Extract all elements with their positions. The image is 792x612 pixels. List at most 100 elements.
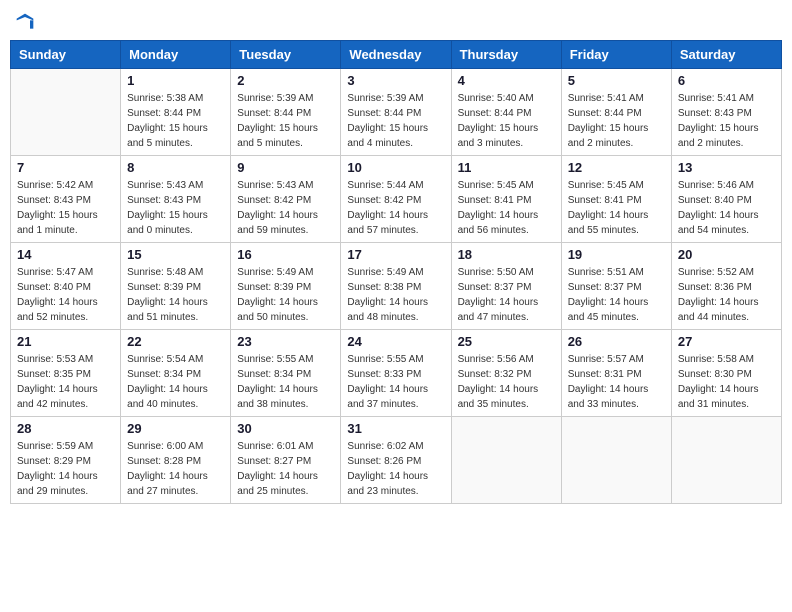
table-row: 18 Sunrise: 5:50 AMSunset: 8:37 PMDayligh… bbox=[451, 242, 561, 329]
header-saturday: Saturday bbox=[671, 40, 781, 68]
header-friday: Friday bbox=[561, 40, 671, 68]
table-row: 27 Sunrise: 5:58 AMSunset: 8:30 PMDayligh… bbox=[671, 329, 781, 416]
day-number: 18 bbox=[458, 247, 555, 262]
table-row: 8Sunrise: 5:43 AMSunset: 8:43 PMDaylight… bbox=[121, 155, 231, 242]
table-row: 30 Sunrise: 6:01 AMSunset: 8:27 PMDayligh… bbox=[231, 416, 341, 503]
calendar-week-row: 14 Sunrise: 5:47 AMSunset: 8:40 PMDayligh… bbox=[11, 242, 782, 329]
page-header bbox=[10, 10, 782, 32]
calendar-header-row: Sunday Monday Tuesday Wednesday Thursday… bbox=[11, 40, 782, 68]
day-info: Sunrise: 5:49 AMSunset: 8:39 PMDaylight:… bbox=[237, 265, 334, 325]
day-number: 12 bbox=[568, 160, 665, 175]
day-info: Sunrise: 5:55 AMSunset: 8:34 PMDaylight:… bbox=[237, 352, 334, 412]
day-info: Sunrise: 6:00 AMSunset: 8:28 PMDaylight:… bbox=[127, 439, 224, 499]
day-number: 8 bbox=[127, 160, 224, 175]
day-info: Sunrise: 5:59 AMSunset: 8:29 PMDaylight:… bbox=[17, 439, 114, 499]
calendar-table: Sunday Monday Tuesday Wednesday Thursday… bbox=[10, 40, 782, 504]
day-info: Sunrise: 5:38 AMSunset: 8:44 PMDaylight:… bbox=[127, 91, 224, 151]
day-number: 29 bbox=[127, 421, 224, 436]
table-row: 10 Sunrise: 5:44 AMSunset: 8:42 PMDayligh… bbox=[341, 155, 451, 242]
day-info: Sunrise: 5:53 AMSunset: 8:35 PMDaylight:… bbox=[17, 352, 114, 412]
table-row: 5 Sunrise: 5:41 AMSunset: 8:44 PMDaylight… bbox=[561, 68, 671, 155]
day-number: 1 bbox=[127, 73, 224, 88]
calendar-week-row: 1 Sunrise: 5:38 AMSunset: 8:44 PMDaylight… bbox=[11, 68, 782, 155]
day-number: 3 bbox=[347, 73, 444, 88]
header-thursday: Thursday bbox=[451, 40, 561, 68]
day-info: Sunrise: 5:45 AMSunset: 8:41 PMDaylight:… bbox=[568, 178, 665, 238]
table-row: 1 Sunrise: 5:38 AMSunset: 8:44 PMDaylight… bbox=[121, 68, 231, 155]
day-number: 15 bbox=[127, 247, 224, 262]
day-number: 6 bbox=[678, 73, 775, 88]
day-info: Sunrise: 5:42 AMSunset: 8:43 PMDaylight:… bbox=[17, 178, 114, 238]
day-info: Sunrise: 5:52 AMSunset: 8:36 PMDaylight:… bbox=[678, 265, 775, 325]
day-number: 2 bbox=[237, 73, 334, 88]
day-info: Sunrise: 5:43 AMSunset: 8:42 PMDaylight:… bbox=[237, 178, 334, 238]
header-wednesday: Wednesday bbox=[341, 40, 451, 68]
table-row bbox=[11, 68, 121, 155]
day-number: 22 bbox=[127, 334, 224, 349]
day-number: 21 bbox=[17, 334, 114, 349]
day-info: Sunrise: 5:45 AMSunset: 8:41 PMDaylight:… bbox=[458, 178, 555, 238]
day-number: 17 bbox=[347, 247, 444, 262]
table-row: 2 Sunrise: 5:39 AMSunset: 8:44 PMDaylight… bbox=[231, 68, 341, 155]
table-row: 6 Sunrise: 5:41 AMSunset: 8:43 PMDaylight… bbox=[671, 68, 781, 155]
day-info: Sunrise: 5:39 AMSunset: 8:44 PMDaylight:… bbox=[347, 91, 444, 151]
table-row: 19 Sunrise: 5:51 AMSunset: 8:37 PMDayligh… bbox=[561, 242, 671, 329]
table-row: 15 Sunrise: 5:48 AMSunset: 8:39 PMDayligh… bbox=[121, 242, 231, 329]
table-row: 7 Sunrise: 5:42 AMSunset: 8:43 PMDaylight… bbox=[11, 155, 121, 242]
logo-icon bbox=[15, 12, 35, 32]
day-number: 14 bbox=[17, 247, 114, 262]
day-info: Sunrise: 5:57 AMSunset: 8:31 PMDaylight:… bbox=[568, 352, 665, 412]
day-number: 10 bbox=[347, 160, 444, 175]
table-row: 12 Sunrise: 5:45 AMSunset: 8:41 PMDayligh… bbox=[561, 155, 671, 242]
day-info: Sunrise: 5:41 AMSunset: 8:43 PMDaylight:… bbox=[678, 91, 775, 151]
day-number: 19 bbox=[568, 247, 665, 262]
table-row: 4 Sunrise: 5:40 AMSunset: 8:44 PMDaylight… bbox=[451, 68, 561, 155]
table-row bbox=[451, 416, 561, 503]
day-number: 30 bbox=[237, 421, 334, 436]
day-info: Sunrise: 6:02 AMSunset: 8:26 PMDaylight:… bbox=[347, 439, 444, 499]
day-info: Sunrise: 5:41 AMSunset: 8:44 PMDaylight:… bbox=[568, 91, 665, 151]
table-row: 3 Sunrise: 5:39 AMSunset: 8:44 PMDaylight… bbox=[341, 68, 451, 155]
header-monday: Monday bbox=[121, 40, 231, 68]
day-number: 31 bbox=[347, 421, 444, 436]
day-info: Sunrise: 5:48 AMSunset: 8:39 PMDaylight:… bbox=[127, 265, 224, 325]
day-info: Sunrise: 5:55 AMSunset: 8:33 PMDaylight:… bbox=[347, 352, 444, 412]
day-number: 13 bbox=[678, 160, 775, 175]
day-number: 27 bbox=[678, 334, 775, 349]
day-info: Sunrise: 6:01 AMSunset: 8:27 PMDaylight:… bbox=[237, 439, 334, 499]
table-row: 26 Sunrise: 5:57 AMSunset: 8:31 PMDayligh… bbox=[561, 329, 671, 416]
day-number: 20 bbox=[678, 247, 775, 262]
day-number: 26 bbox=[568, 334, 665, 349]
table-row: 17Sunrise: 5:49 AMSunset: 8:38 PMDayligh… bbox=[341, 242, 451, 329]
table-row: 16Sunrise: 5:49 AMSunset: 8:39 PMDayligh… bbox=[231, 242, 341, 329]
day-info: Sunrise: 5:44 AMSunset: 8:42 PMDaylight:… bbox=[347, 178, 444, 238]
table-row: 24 Sunrise: 5:55 AMSunset: 8:33 PMDayligh… bbox=[341, 329, 451, 416]
day-number: 4 bbox=[458, 73, 555, 88]
day-number: 7 bbox=[17, 160, 114, 175]
table-row: 20 Sunrise: 5:52 AMSunset: 8:36 PMDayligh… bbox=[671, 242, 781, 329]
header-tuesday: Tuesday bbox=[231, 40, 341, 68]
day-info: Sunrise: 5:46 AMSunset: 8:40 PMDaylight:… bbox=[678, 178, 775, 238]
table-row: 28 Sunrise: 5:59 AMSunset: 8:29 PMDayligh… bbox=[11, 416, 121, 503]
day-info: Sunrise: 5:58 AMSunset: 8:30 PMDaylight:… bbox=[678, 352, 775, 412]
day-info: Sunrise: 5:39 AMSunset: 8:44 PMDaylight:… bbox=[237, 91, 334, 151]
day-number: 24 bbox=[347, 334, 444, 349]
table-row: 29 Sunrise: 6:00 AMSunset: 8:28 PMDayligh… bbox=[121, 416, 231, 503]
calendar-week-row: 7 Sunrise: 5:42 AMSunset: 8:43 PMDaylight… bbox=[11, 155, 782, 242]
table-row: 31 Sunrise: 6:02 AMSunset: 8:26 PMDayligh… bbox=[341, 416, 451, 503]
day-info: Sunrise: 5:51 AMSunset: 8:37 PMDaylight:… bbox=[568, 265, 665, 325]
day-info: Sunrise: 5:47 AMSunset: 8:40 PMDaylight:… bbox=[17, 265, 114, 325]
table-row: 21 Sunrise: 5:53 AMSunset: 8:35 PMDayligh… bbox=[11, 329, 121, 416]
calendar-week-row: 21 Sunrise: 5:53 AMSunset: 8:35 PMDayligh… bbox=[11, 329, 782, 416]
day-number: 5 bbox=[568, 73, 665, 88]
table-row: 13 Sunrise: 5:46 AMSunset: 8:40 PMDayligh… bbox=[671, 155, 781, 242]
day-number: 11 bbox=[458, 160, 555, 175]
table-row: 9Sunrise: 5:43 AMSunset: 8:42 PMDaylight… bbox=[231, 155, 341, 242]
day-info: Sunrise: 5:40 AMSunset: 8:44 PMDaylight:… bbox=[458, 91, 555, 151]
table-row: 14 Sunrise: 5:47 AMSunset: 8:40 PMDayligh… bbox=[11, 242, 121, 329]
day-info: Sunrise: 5:50 AMSunset: 8:37 PMDaylight:… bbox=[458, 265, 555, 325]
day-number: 25 bbox=[458, 334, 555, 349]
table-row: 11 Sunrise: 5:45 AMSunset: 8:41 PMDayligh… bbox=[451, 155, 561, 242]
day-info: Sunrise: 5:56 AMSunset: 8:32 PMDaylight:… bbox=[458, 352, 555, 412]
day-number: 28 bbox=[17, 421, 114, 436]
